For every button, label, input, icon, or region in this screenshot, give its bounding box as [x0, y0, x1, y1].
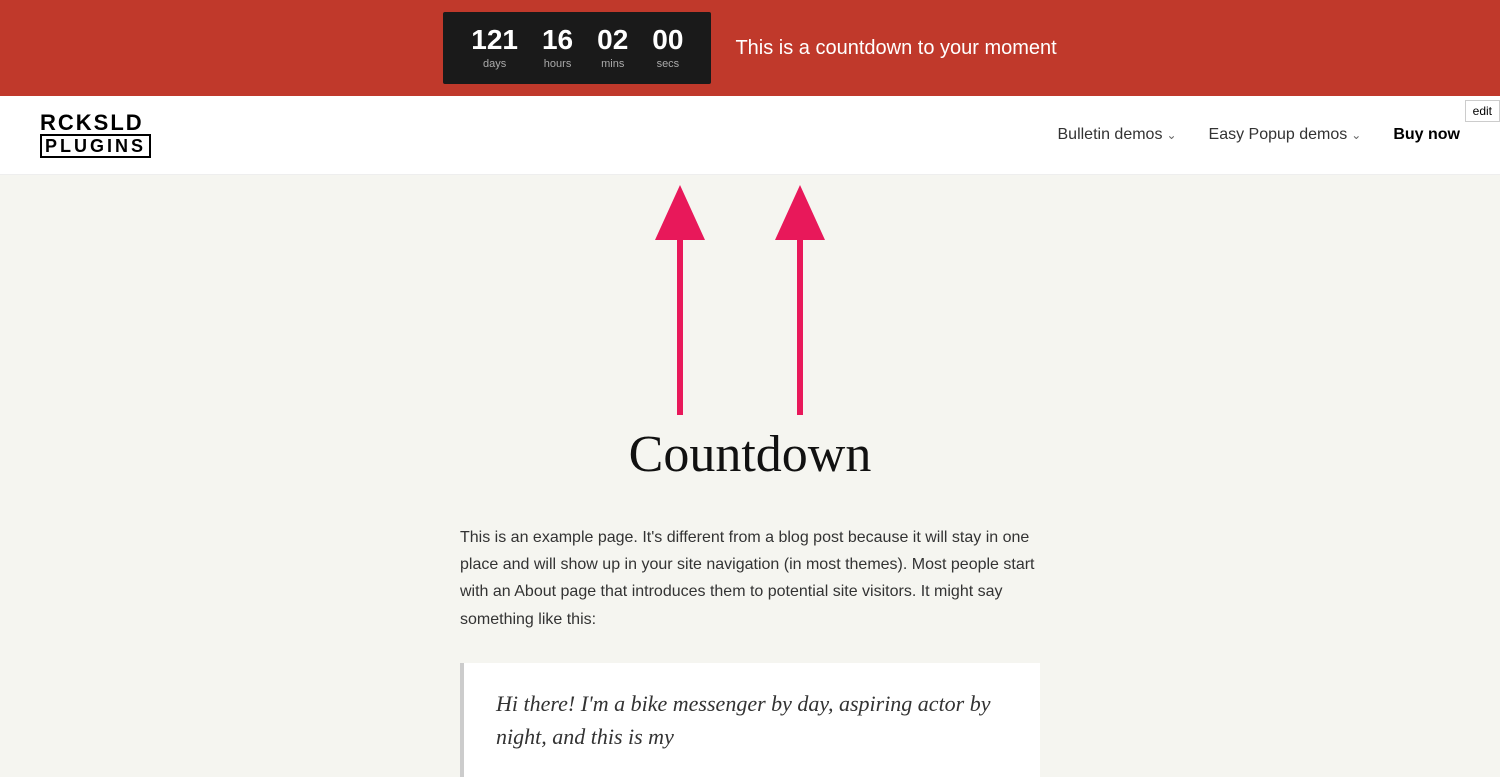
nav-buy-now[interactable]: Buy now [1393, 126, 1460, 144]
nav-easy-popup-label: Easy Popup demos [1209, 126, 1348, 144]
logo-bottom: PLUGINS [40, 134, 151, 158]
mins-unit: 02 mins [585, 20, 640, 76]
quote-block: Hi there! I'm a bike messenger by day, a… [460, 663, 1040, 777]
days-label: days [483, 58, 506, 70]
nav-bulletin-demos[interactable]: Bulletin demos ⌄ [1058, 126, 1177, 144]
hours-unit: 16 hours [530, 20, 585, 76]
chevron-down-icon: ⌄ [1166, 128, 1176, 142]
nav-easy-popup-demos[interactable]: Easy Popup demos ⌄ [1209, 126, 1362, 144]
mins-label: mins [601, 58, 624, 70]
left-arrow-icon [655, 185, 705, 415]
nav-buy-now-label: Buy now [1393, 126, 1460, 144]
edit-button[interactable]: edit [1465, 100, 1500, 122]
chevron-down-icon-2: ⌄ [1351, 128, 1361, 142]
right-arrow-icon [775, 185, 825, 415]
page-body-text: This is an example page. It's different … [460, 524, 1040, 633]
mins-value: 02 [597, 26, 628, 54]
logo-top: RCKSLD [40, 112, 151, 134]
days-value: 121 [471, 26, 518, 54]
arrows-area [0, 175, 1500, 435]
nav-bulletin-demos-label: Bulletin demos [1058, 126, 1163, 144]
site-nav: Bulletin demos ⌄ Easy Popup demos ⌄ Buy … [1058, 126, 1461, 144]
countdown-message: This is a countdown to your moment [735, 37, 1056, 60]
arrows-svg [590, 175, 910, 435]
countdown-banner: 121 days 16 hours 02 mins 00 secs This i… [0, 0, 1500, 96]
hours-value: 16 [542, 26, 573, 54]
secs-value: 00 [652, 26, 683, 54]
hours-label: hours [544, 58, 572, 70]
site-logo: RCKSLD PLUGINS [40, 112, 151, 158]
main-content: Countdown This is an example page. It's … [0, 175, 1500, 777]
secs-unit: 00 secs [640, 20, 695, 76]
content-area: This is an example page. It's different … [440, 524, 1060, 777]
site-header: RCKSLD PLUGINS Bulletin demos ⌄ Easy Pop… [0, 96, 1500, 175]
countdown-timer: 121 days 16 hours 02 mins 00 secs [443, 12, 711, 84]
quote-text: Hi there! I'm a bike messenger by day, a… [496, 687, 1008, 753]
days-unit: 121 days [459, 20, 530, 76]
secs-label: secs [657, 58, 680, 70]
